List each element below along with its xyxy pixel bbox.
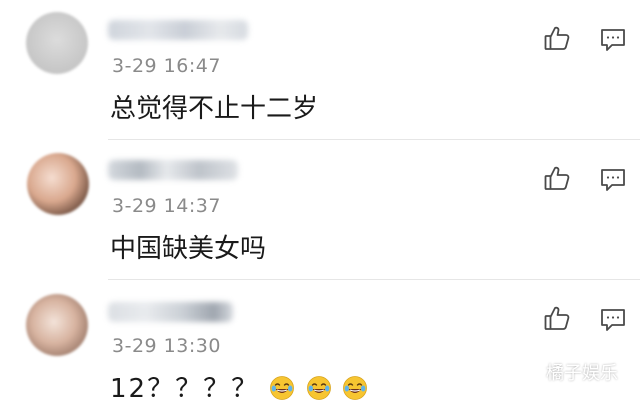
avatar[interactable] (27, 153, 89, 215)
face-with-tears-of-joy-icon (306, 376, 331, 400)
comment-item: 3-29 16:47 总觉得不止十二岁 (0, 0, 640, 140)
comment-icon[interactable] (599, 306, 627, 334)
watermark-text: 橘子娱乐 (546, 363, 618, 384)
username-blurred[interactable] (108, 302, 233, 322)
avatar[interactable] (26, 294, 88, 356)
comment-icon[interactable] (599, 166, 627, 194)
comment-text: 总觉得不止十二岁 (110, 94, 319, 124)
avatar[interactable] (26, 12, 88, 74)
thumbs-up-icon[interactable] (543, 304, 571, 332)
comment-time: 3-29 13:30 (112, 335, 221, 357)
comment-text-prefix: 12？？？？ (110, 374, 260, 404)
face-with-tears-of-joy-icon (342, 376, 367, 400)
comment-item: 3-29 13:30 12？？？？ (0, 280, 640, 420)
thumbs-up-icon[interactable] (543, 24, 571, 52)
comment-icon[interactable] (599, 26, 627, 54)
username-blurred[interactable] (108, 20, 248, 40)
wechat-official-account-icon (518, 363, 539, 381)
comment-time: 3-29 16:47 (112, 55, 221, 77)
watermark: 橘子娱乐 (516, 359, 618, 385)
comment-item: 3-29 14:37 中国缺美女吗 (0, 140, 640, 280)
comment-text: 中国缺美女吗 (110, 234, 267, 264)
comment-time: 3-29 14:37 (112, 195, 221, 217)
username-blurred[interactable] (108, 160, 238, 180)
thumbs-up-icon[interactable] (543, 164, 571, 192)
comment-text: 12？？？？ (110, 368, 368, 405)
face-with-tears-of-joy-icon (270, 376, 295, 400)
